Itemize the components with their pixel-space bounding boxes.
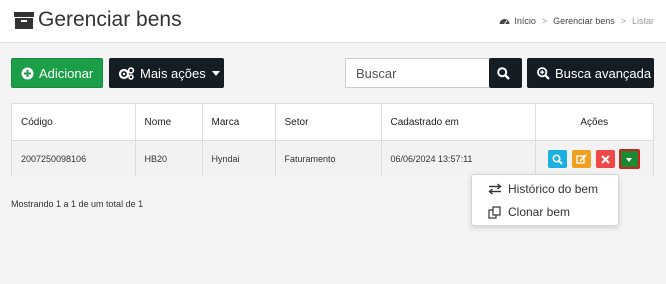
column-header-codigo[interactable]: Código bbox=[12, 104, 136, 141]
more-actions-button[interactable]: Mais ações bbox=[109, 58, 224, 88]
table-header-row: Código Nome Marca Setor Cadastrado em Aç… bbox=[12, 104, 653, 141]
more-actions-label: Mais ações bbox=[140, 65, 206, 81]
edit-button[interactable] bbox=[571, 149, 591, 168]
column-header-setor[interactable]: Setor bbox=[275, 104, 382, 141]
cell-actions bbox=[535, 140, 653, 176]
edit-icon bbox=[576, 153, 587, 164]
view-button[interactable] bbox=[548, 149, 568, 168]
cell-codigo: 2007250098106 bbox=[12, 140, 136, 176]
clone-icon bbox=[488, 205, 501, 219]
column-header-nome[interactable]: Nome bbox=[135, 104, 203, 141]
chevron-down-icon bbox=[211, 70, 220, 76]
breadcrumb-separator: > bbox=[541, 16, 548, 26]
advanced-search-button[interactable]: Busca avançada bbox=[527, 58, 654, 88]
cell-setor: Faturamento bbox=[275, 140, 382, 176]
row-more-actions-button[interactable] bbox=[619, 148, 641, 169]
swap-arrows-icon bbox=[488, 183, 502, 195]
search-button[interactable] bbox=[489, 58, 522, 88]
menu-item-label: Clonar bem bbox=[508, 205, 571, 219]
search-icon bbox=[552, 153, 564, 165]
chevron-down-icon bbox=[626, 157, 633, 162]
cell-cadastrado-em: 06/06/2024 13:57:11 bbox=[381, 140, 536, 176]
pagination-summary: Mostrando 1 a 1 de um total de 1 bbox=[11, 199, 144, 209]
breadcrumb-separator: > bbox=[620, 16, 626, 26]
delete-button[interactable] bbox=[595, 149, 615, 168]
breadcrumb-gerenciar-bens[interactable]: Gerenciar bens bbox=[553, 16, 615, 26]
add-button[interactable]: Adicionar bbox=[11, 58, 103, 88]
advanced-search-label: Busca avançada bbox=[555, 65, 652, 81]
column-header-cadastrado-em[interactable]: Cadastrado em bbox=[381, 104, 536, 141]
search-plus-icon bbox=[537, 66, 550, 80]
breadcrumb-home[interactable]: Início bbox=[514, 16, 536, 26]
breadcrumb-current: Listar bbox=[631, 16, 654, 26]
plus-circle-icon bbox=[21, 67, 34, 79]
column-header-acoes: Ações bbox=[535, 104, 653, 141]
gears-icon bbox=[119, 66, 135, 80]
cell-nome: HB20 bbox=[135, 140, 203, 176]
breadcrumb: Início > Gerenciar bens > Listar bbox=[499, 16, 654, 26]
page-header: Gerenciar bens Início > Gerenciar bens >… bbox=[0, 0, 666, 43]
menu-item-clonar[interactable]: Clonar bem bbox=[472, 201, 618, 223]
menu-item-label: Histórico do bem bbox=[508, 182, 599, 196]
page-title: Gerenciar bens bbox=[38, 8, 182, 31]
menu-item-historico[interactable]: Histórico do bem bbox=[472, 178, 618, 200]
search-icon bbox=[496, 66, 510, 80]
search-input[interactable] bbox=[345, 58, 489, 88]
assets-table: Código Nome Marca Setor Cadastrado em Aç… bbox=[11, 103, 654, 176]
close-icon bbox=[600, 154, 610, 164]
table-row: 2007250098106 HB20 Hyndai Faturamento 06… bbox=[12, 140, 653, 176]
column-header-marca[interactable]: Marca bbox=[202, 104, 276, 141]
row-actions-dropdown: Histórico do bem Clonar bem bbox=[471, 174, 619, 226]
dashboard-icon bbox=[499, 19, 510, 25]
archive-box-icon bbox=[14, 12, 34, 29]
cell-marca: Hyndai bbox=[202, 140, 276, 176]
add-button-label: Adicionar bbox=[39, 65, 94, 81]
